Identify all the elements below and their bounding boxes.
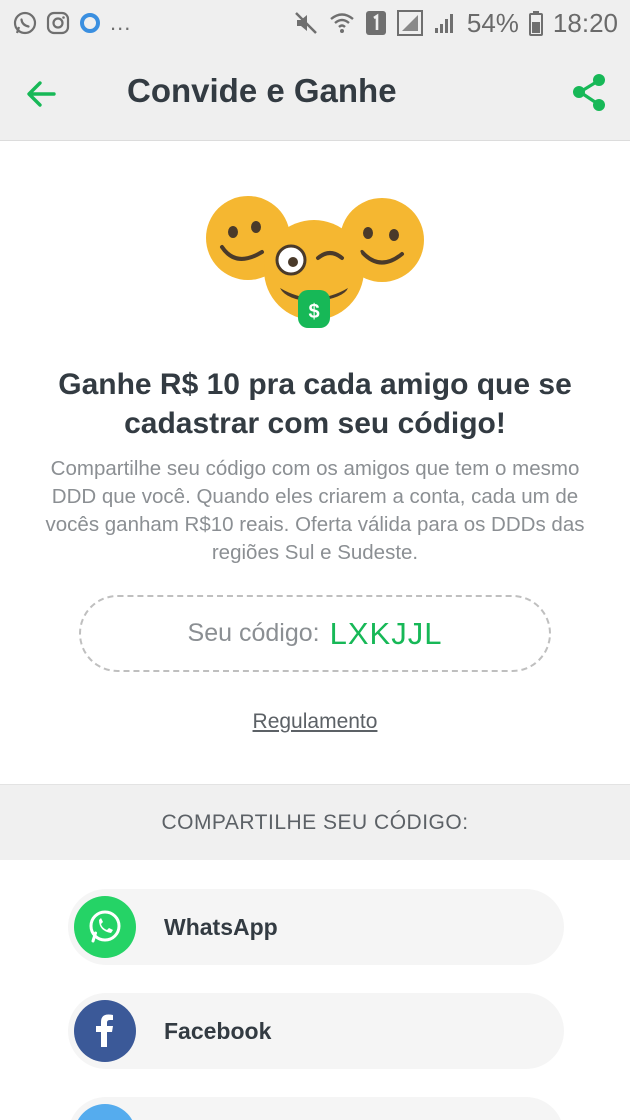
facebook-icon	[74, 1000, 136, 1062]
share-item-label: WhatsApp	[164, 913, 278, 940]
mute-icon	[294, 12, 317, 34]
system-icons: 54% 18:20	[293, 8, 618, 39]
notification-icons: ...	[12, 10, 293, 36]
sim-one-icon	[365, 11, 386, 35]
instagram-notification-icon	[46, 11, 70, 35]
arrow-left-icon	[27, 81, 56, 107]
page-title: Convide e Ganhe	[127, 72, 397, 109]
twitter-icon	[74, 1104, 136, 1120]
share-item-label: Facebook	[164, 1017, 272, 1044]
app-notification-icon	[80, 13, 100, 33]
share-icon	[573, 74, 605, 111]
code-value[interactable]: LXKJJL	[330, 616, 443, 652]
referral-code-box[interactable]: Seu código: LXKJJL	[79, 595, 551, 672]
headline: Ganhe R$ 10 pra cada amigo que se cadast…	[58, 368, 572, 440]
signal-strength-icon	[434, 14, 453, 33]
status-bar: ... 54% 18:20	[0, 0, 630, 46]
share-whatsapp-button[interactable]: WhatsApp	[68, 889, 564, 965]
hero-illustration: $	[200, 190, 430, 335]
signal-box-icon	[396, 10, 423, 36]
share-button[interactable]	[566, 70, 612, 116]
code-label: Seu código:	[187, 619, 320, 647]
more-notifications: ...	[110, 10, 132, 35]
description: Compartilhe seu código com os amigos que…	[45, 457, 585, 564]
emoji-group-icon: $	[206, 196, 424, 328]
back-button[interactable]	[20, 72, 64, 116]
clock: 18:20	[552, 7, 618, 38]
wifi-icon	[330, 13, 354, 33]
app-bar: Convide e Ganhe	[0, 46, 630, 141]
center-winking-emoji: $	[264, 220, 364, 328]
coin-symbol: $	[308, 301, 319, 323]
whatsapp-notification-icon	[13, 11, 37, 35]
battery-percentage: 54%	[466, 7, 519, 38]
whatsapp-icon	[74, 896, 136, 958]
regulamento-link[interactable]: Regulamento	[0, 710, 630, 734]
share-section-header: COMPARTILHE SEU CÓDIGO:	[0, 784, 630, 860]
battery-icon	[528, 11, 543, 36]
share-twitter-button[interactable]	[68, 1097, 564, 1120]
share-facebook-button[interactable]: Facebook	[68, 993, 564, 1069]
